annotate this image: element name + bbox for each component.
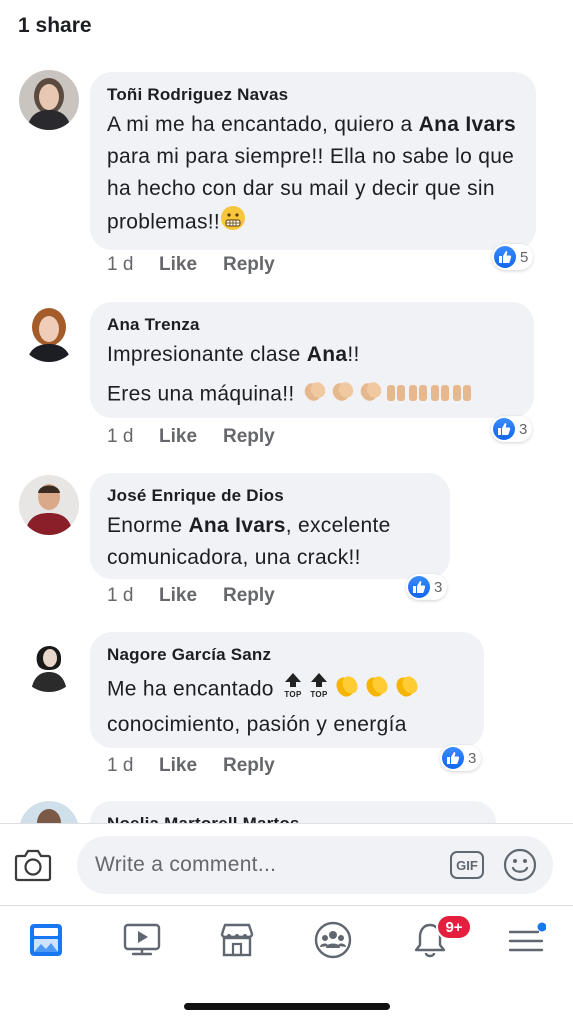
comment-author[interactable]: José Enrique de Dios	[107, 485, 432, 507]
avatar[interactable]	[19, 801, 79, 823]
comment-actions: 1 d Like Reply	[107, 426, 275, 448]
like-reaction-icon	[408, 576, 430, 598]
comment-input[interactable]: Write a comment... GIF	[77, 836, 553, 894]
home-indicator[interactable]	[184, 1003, 390, 1010]
comment-author[interactable]: Nagore García Sanz	[107, 644, 466, 666]
comment-item: Noelia Martorell Martos	[0, 801, 573, 823]
mention[interactable]: Ana Ivars	[419, 113, 516, 136]
bottom-tab-bar: 9+	[0, 905, 573, 975]
svg-text:TOP: TOP	[310, 690, 328, 699]
like-link[interactable]: Like	[159, 426, 223, 448]
notification-badge: 9+	[436, 914, 472, 940]
emoji-icon[interactable]	[503, 848, 537, 882]
news-feed-icon[interactable]	[24, 918, 68, 962]
comment-author[interactable]: Ana Trenza	[107, 314, 516, 336]
raising-hands-icon	[429, 377, 451, 413]
menu-icon[interactable]	[504, 918, 548, 962]
comment-bubble[interactable]: Nagore García Sanz Me ha encantado TOP TO…	[90, 632, 484, 748]
comment-bubble[interactable]: Ana Trenza Impresionante clase Ana!! Ere…	[90, 302, 534, 418]
raising-hands-icon	[385, 377, 407, 413]
comment-bubble[interactable]: Toñi Rodriguez Navas A mi me ha encantad…	[90, 72, 536, 250]
comment-actions: 1 d Like Reply	[107, 254, 275, 276]
comment-input-placeholder: Write a comment...	[95, 853, 277, 876]
comment-text: Enorme Ana Ivars, excelente comunicadora…	[107, 514, 391, 569]
clapping-hands-icon	[332, 671, 362, 709]
reply-link[interactable]: Reply	[223, 254, 275, 276]
groups-icon[interactable]	[311, 918, 355, 962]
like-link[interactable]: Like	[159, 585, 223, 607]
clapping-hands-icon	[357, 377, 385, 413]
avatar[interactable]	[19, 70, 79, 130]
avatar[interactable]	[19, 475, 79, 535]
clapping-hands-icon	[392, 671, 422, 709]
reply-link[interactable]: Reply	[223, 585, 275, 607]
top-arrow-icon: TOP	[280, 671, 306, 709]
avatar[interactable]	[19, 632, 79, 692]
reaction-count[interactable]: 3	[440, 745, 482, 771]
like-reaction-icon	[493, 418, 515, 440]
reaction-count[interactable]: 3	[491, 416, 533, 442]
clapping-hands-icon	[329, 377, 357, 413]
camera-icon[interactable]	[14, 848, 52, 882]
reply-link[interactable]: Reply	[223, 426, 275, 448]
mention[interactable]: Ana	[307, 343, 348, 366]
comment-text: conocimiento, pasión y energía	[107, 713, 407, 736]
comment-author[interactable]: Toñi Rodriguez Navas	[107, 84, 518, 106]
comment-time[interactable]: 1 d	[107, 585, 159, 607]
grimacing-face-icon	[220, 205, 246, 241]
comment-time[interactable]: 1 d	[107, 755, 159, 777]
gif-button[interactable]: GIF	[450, 851, 484, 879]
like-reaction-icon	[494, 246, 516, 268]
raising-hands-icon	[407, 377, 429, 413]
comment-text: Eres una máquina!!	[107, 377, 516, 413]
top-arrow-icon: TOP	[306, 671, 332, 709]
like-reaction-icon	[442, 747, 464, 769]
raising-hands-icon	[451, 377, 473, 413]
like-link[interactable]: Like	[159, 254, 223, 276]
comment-time[interactable]: 1 d	[107, 254, 159, 276]
reaction-count[interactable]: 5	[492, 244, 534, 270]
svg-text:TOP: TOP	[284, 690, 302, 699]
share-count[interactable]: 1 share	[18, 14, 92, 38]
reply-link[interactable]: Reply	[223, 755, 275, 777]
comment-composer: Write a comment... GIF	[0, 823, 573, 905]
comment-actions: 1 d Like Reply	[107, 585, 275, 607]
comment-text: Me ha encantado TOP TOP	[107, 671, 466, 709]
avatar[interactable]	[19, 302, 79, 362]
like-link[interactable]: Like	[159, 755, 223, 777]
clapping-hands-icon	[301, 377, 329, 413]
comment-bubble[interactable]: José Enrique de Dios Enorme Ana Ivars, e…	[90, 473, 450, 579]
comment-time[interactable]: 1 d	[107, 426, 159, 448]
comment-text: Impresionante clase Ana!!	[107, 343, 360, 366]
reaction-count[interactable]: 3	[406, 574, 448, 600]
comment-text: A mi me ha encantado, quiero a Ana Ivars…	[107, 109, 518, 241]
marketplace-icon[interactable]	[215, 918, 259, 962]
mention[interactable]: Ana Ivars	[188, 514, 285, 537]
watch-icon[interactable]	[120, 918, 164, 962]
comment-author[interactable]: Noelia Martorell Martos	[107, 813, 478, 823]
clapping-hands-icon	[362, 671, 392, 709]
comment-actions: 1 d Like Reply	[107, 755, 275, 777]
comment-bubble[interactable]: Noelia Martorell Martos	[90, 801, 496, 823]
